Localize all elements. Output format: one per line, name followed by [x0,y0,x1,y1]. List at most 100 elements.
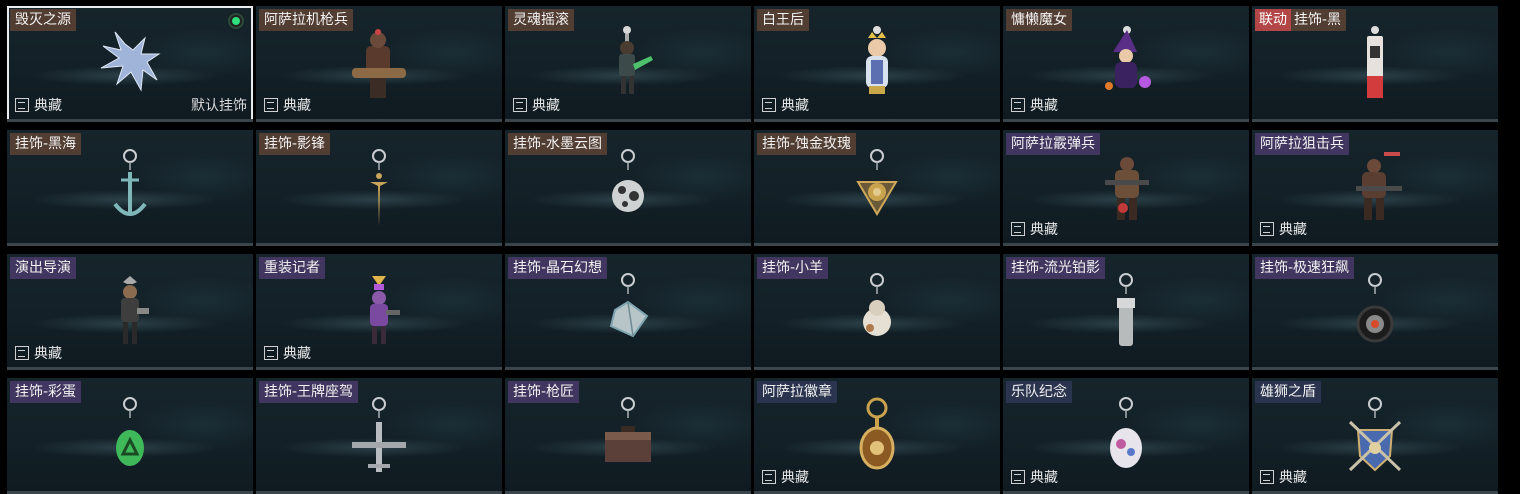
collection-label: 典藏 [264,343,311,363]
collab-badge: 联动 [1255,9,1291,31]
collection-text: 典藏 [34,346,62,362]
charm-name: 挂饰-流光铂影 [1011,260,1101,276]
witch-figure-icon [1091,24,1161,108]
anchor-charm-icon [95,148,165,232]
gunner-figure-icon [344,24,414,108]
collection-text: 典藏 [781,470,809,486]
collection-label: 典藏 [513,95,560,115]
collection-label: 典藏 [1011,219,1058,239]
collection-label: 典藏 [1260,219,1307,239]
collection-text: 典藏 [1030,470,1058,486]
charm-name: 演出导演 [15,260,71,276]
charm-name: 白王后 [762,12,804,28]
collection-icon [762,98,776,112]
collection-label: 典藏 [1260,467,1307,487]
charm-card[interactable]: 乐队纪念典藏 [1003,378,1249,494]
charm-card[interactable]: 慵懒魔女 典藏 [1003,6,1249,122]
collection-text: 典藏 [283,346,311,362]
sheep-charm-icon [842,272,912,356]
collection-text: 典藏 [1030,222,1058,238]
charm-name: 挂饰-影锋 [264,136,326,152]
collection-text: 典藏 [1279,222,1307,238]
charm-card[interactable]: 挂饰-小羊 [754,254,1000,370]
charm-card[interactable]: 毁灭之源典藏 默认挂饰 [7,6,253,122]
charm-name-tag: 联动 挂饰-黑 [1255,9,1347,31]
toolbox-charm-icon [593,396,663,480]
collection-icon [1260,470,1274,484]
charm-name-tag: 挂饰-彩蛋 [10,381,82,403]
ball-charm-icon [593,148,663,232]
charm-name: 挂饰-极速狂飙 [1260,260,1350,276]
charm-card[interactable]: 挂饰-蚀金玫瑰 [754,130,1000,246]
charm-name: 乐队纪念 [1011,384,1067,400]
charm-name-tag: 挂饰-黑海 [10,133,82,155]
crystal-charm-icon [593,272,663,356]
charm-card[interactable]: 挂饰-枪匠 [505,378,751,494]
charm-name-tag: 阿萨拉狙击兵 [1255,133,1349,155]
collection-icon [15,98,29,112]
charm-card[interactable]: 演出导演典藏 [7,254,253,370]
charm-card[interactable]: 挂饰-黑海 [7,130,253,246]
charm-card[interactable]: 重装记者典藏 [256,254,502,370]
medallion-charm-icon [1091,396,1161,480]
collection-icon [1011,470,1025,484]
collection-text: 典藏 [34,98,62,114]
charm-card[interactable]: 挂饰-彩蛋 [7,378,253,494]
charm-name-tag: 毁灭之源 [10,9,76,31]
charm-name: 挂饰-黑海 [15,136,77,152]
collection-text: 典藏 [1030,98,1058,114]
sniper-figure-icon [1340,148,1410,232]
charm-card[interactable]: 挂饰-水墨云图 [505,130,751,246]
collection-label: 典藏 [762,95,809,115]
collection-icon [264,98,278,112]
flashlight-charm-icon [1091,272,1161,356]
charm-name-tag: 演出导演 [10,257,76,279]
collection-icon [264,346,278,360]
charm-name: 挂饰-水墨云图 [513,136,603,152]
charm-name: 阿萨拉狙击兵 [1260,136,1344,152]
charm-name: 雄狮之盾 [1260,384,1316,400]
collection-label: 典藏 [15,343,62,363]
collection-icon [762,470,776,484]
collection-icon [15,346,29,360]
charm-card[interactable]: 阿萨拉霰弹兵典藏 [1003,130,1249,246]
charm-name-tag: 重装记者 [259,257,325,279]
collection-text: 典藏 [532,98,560,114]
charm-card[interactable]: 阿萨拉狙击兵典藏 [1252,130,1498,246]
default-charm-label: 默认挂饰 [191,98,247,114]
charm-name: 挂饰-蚀金玫瑰 [762,136,852,152]
charm-card[interactable]: 白王后 典藏 [754,6,1000,122]
charm-name: 阿萨拉霰弹兵 [1011,136,1095,152]
charm-name-tag: 阿萨拉机枪兵 [259,9,353,31]
charm-card[interactable]: 灵魂摇滚典藏 [505,6,751,122]
charm-name-tag: 雄狮之盾 [1255,381,1321,403]
charm-card[interactable]: 阿萨拉机枪兵典藏 [256,6,502,122]
charm-card[interactable]: 挂饰-极速狂飙 [1252,254,1498,370]
charm-name: 阿萨拉徽章 [762,384,832,400]
charm-name: 阿萨拉机枪兵 [264,12,348,28]
charm-name: 挂饰-彩蛋 [15,384,77,400]
collection-label: 典藏 [1011,467,1058,487]
director-figure-icon [95,272,165,356]
charm-card[interactable]: 挂饰-晶石幻想 [505,254,751,370]
charm-name: 挂饰-王牌座驾 [264,384,354,400]
collection-label: 典藏 [1011,95,1058,115]
egg-charm-icon [95,396,165,480]
charm-name-tag: 白王后 [757,9,809,31]
charm-name-tag: 灵魂摇滚 [508,9,574,31]
dragon-charm-icon [95,24,165,108]
charm-card[interactable]: 阿萨拉徽章 典藏 [754,378,1000,494]
collection-label: 典藏 [762,467,809,487]
charm-card[interactable]: 联动 挂饰-黑 [1252,6,1498,122]
collection-icon [513,98,527,112]
charm-card[interactable]: 雄狮之盾 典藏 [1252,378,1498,494]
collection-icon [1260,222,1274,236]
collection-text: 典藏 [283,98,311,114]
jet-charm-icon [344,396,414,480]
charm-name-tag: 挂饰-小羊 [757,257,829,279]
charm-card[interactable]: 挂饰-影锋 [256,130,502,246]
dagger-charm-icon [344,148,414,232]
charm-card[interactable]: 挂饰-王牌座驾 [256,378,502,494]
charm-card[interactable]: 挂饰-流光铂影 [1003,254,1249,370]
charm-name-tag: 挂饰-枪匠 [508,381,580,403]
